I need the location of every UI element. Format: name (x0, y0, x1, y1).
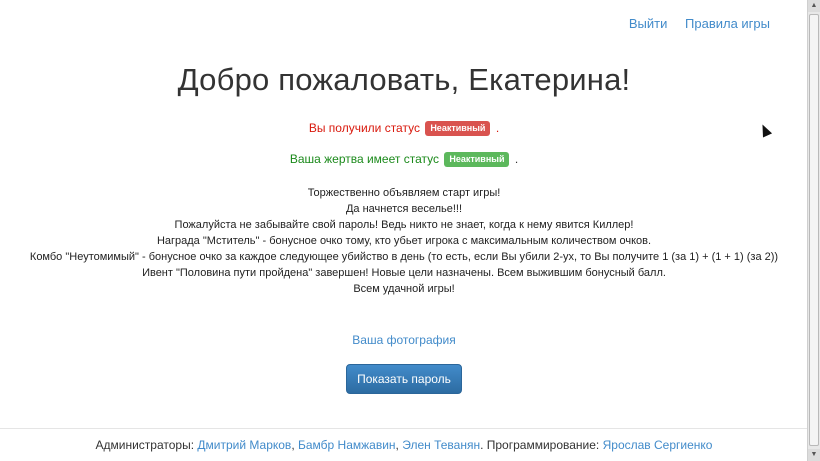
rules-link[interactable]: Правила игры (685, 16, 770, 31)
admin-link[interactable]: Элен Теванян (402, 438, 480, 452)
announcement: Торжественно объявляем старт игры! Да на… (0, 185, 808, 297)
logout-link[interactable]: Выйти (629, 16, 668, 31)
admins-label: Администраторы: (95, 438, 195, 452)
footer: Администраторы: Дмитрий Марков, Бамбр На… (0, 428, 808, 461)
victim-status-text: Ваша жертва имеет статус (289, 152, 439, 166)
announcement-line: Ивент "Половина пути пройдена" завершен!… (142, 267, 666, 279)
own-status-dot: . (495, 121, 500, 135)
programmer-link[interactable]: Ярослав Сергиенко (603, 438, 713, 452)
own-status-text: Вы получили статус (308, 121, 420, 135)
top-nav: Выйти Правила игры (615, 16, 770, 31)
announcement-line: Торжественно объявляем старт игры! (307, 187, 501, 199)
your-photo-link[interactable]: Ваша фотография (352, 333, 455, 347)
photo-link-wrap: Ваша фотография (0, 333, 808, 347)
scroll-thumb[interactable] (809, 14, 819, 446)
scroll-up-icon[interactable]: ▲ (808, 0, 820, 12)
victim-status-badge: Неактивный (444, 152, 510, 168)
scroll-down-icon[interactable]: ▼ (808, 449, 820, 461)
announcement-line: Награда "Мститель" - бонусное очко тому,… (156, 235, 652, 247)
admin-link[interactable]: Бамбр Намжавин (298, 438, 396, 452)
victim-status-dot: . (514, 152, 519, 166)
programming-label: . Программирование: (480, 438, 600, 452)
announcement-line: Да начнется веселье!!! (345, 203, 463, 215)
show-password-button[interactable]: Показать пароль (346, 364, 462, 394)
own-status-badge: Неактивный (425, 121, 491, 137)
vertical-scrollbar[interactable]: ▲ ▼ (807, 0, 820, 461)
own-status: Вы получили статус Неактивный . (0, 121, 808, 137)
announcement-line: Пожалуйста не забывайте свой пароль! Вед… (174, 219, 634, 231)
page: Выйти Правила игры Добро пожаловать, Ека… (0, 0, 808, 461)
footer-separator: , (291, 438, 295, 452)
button-wrap: Показать пароль (0, 364, 808, 394)
announcement-line: Всем удачной игры! (353, 283, 455, 295)
announcement-line: Комбо "Неутомимый" - бонусное очко за ка… (29, 251, 779, 263)
victim-status: Ваша жертва имеет статус Неактивный . (0, 152, 808, 168)
footer-separator: , (395, 438, 399, 452)
admin-link[interactable]: Дмитрий Марков (197, 438, 291, 452)
page-title: Добро пожаловать, Екатерина! (177, 62, 631, 97)
